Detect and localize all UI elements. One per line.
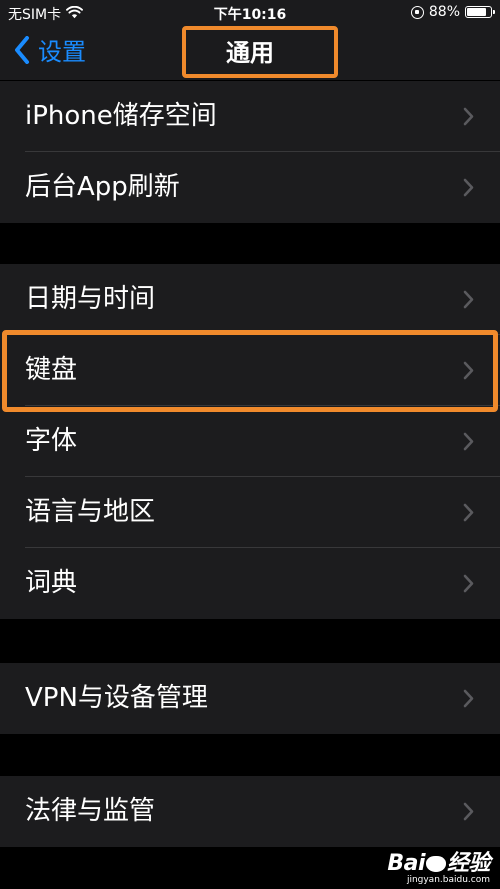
row-vpn-device-management[interactable]: VPN与设备管理 <box>0 663 500 734</box>
nav-title: 通用 <box>226 39 274 67</box>
settings-row-label: 日期与时间 <box>25 284 156 314</box>
chevron-right-icon <box>463 178 474 197</box>
watermark-logo: Bai 经验 <box>387 853 490 875</box>
row-legal-regulatory[interactable]: 法律与监管 <box>0 776 500 847</box>
chevron-right-icon <box>463 503 474 522</box>
chevron-right-icon <box>463 574 474 593</box>
row-dictionary[interactable]: 词典 <box>0 548 500 619</box>
row-background-app-refresh[interactable]: 后台App刷新 <box>0 152 500 223</box>
chevron-right-icon <box>463 432 474 451</box>
status-bar: 无SIM卡 下午10:16 88% <box>0 0 500 26</box>
baidu-jingyan-watermark: Bai 经验 jingyan.baidu.com <box>387 853 490 886</box>
settings-row-label: iPhone储存空间 <box>25 101 217 131</box>
settings-row-label: 法律与监管 <box>25 796 156 826</box>
chevron-right-icon <box>463 361 474 380</box>
paw-logo-icon <box>425 856 446 872</box>
settings-row-label: 词典 <box>25 568 78 598</box>
battery-icon <box>465 6 495 18</box>
row-language-region[interactable]: 语言与地区 <box>0 477 500 548</box>
chevron-right-icon <box>463 290 474 309</box>
row-iphone-storage[interactable]: iPhone储存空间 <box>0 81 500 152</box>
settings-general-screen: 无SIM卡 下午10:16 88% 设置 通用 iPhone储存空间 后台App刷… <box>0 0 500 889</box>
settings-row-label: 键盘 <box>25 355 78 385</box>
settings-row-label: 字体 <box>25 426 78 456</box>
watermark-logo-right: 经验 <box>446 851 491 876</box>
watermark-logo-left: Bai <box>387 851 425 876</box>
row-fonts[interactable]: 字体 <box>0 406 500 477</box>
chevron-right-icon <box>463 689 474 708</box>
rotation-lock-icon <box>410 5 424 19</box>
status-right: 88% <box>410 4 495 20</box>
settings-row-label: 后台App刷新 <box>25 172 180 202</box>
battery-percent: 88% <box>428 4 460 20</box>
chevron-right-icon <box>463 107 474 126</box>
battery-level-fill <box>467 8 486 16</box>
settings-row-label: 语言与地区 <box>25 497 156 527</box>
row-keyboard[interactable]: 键盘 <box>0 335 500 406</box>
row-date-time[interactable]: 日期与时间 <box>0 264 500 335</box>
watermark-url: jingyan.baidu.com <box>406 875 490 885</box>
settings-row-label: VPN与设备管理 <box>25 683 208 713</box>
chevron-right-icon <box>463 802 474 821</box>
